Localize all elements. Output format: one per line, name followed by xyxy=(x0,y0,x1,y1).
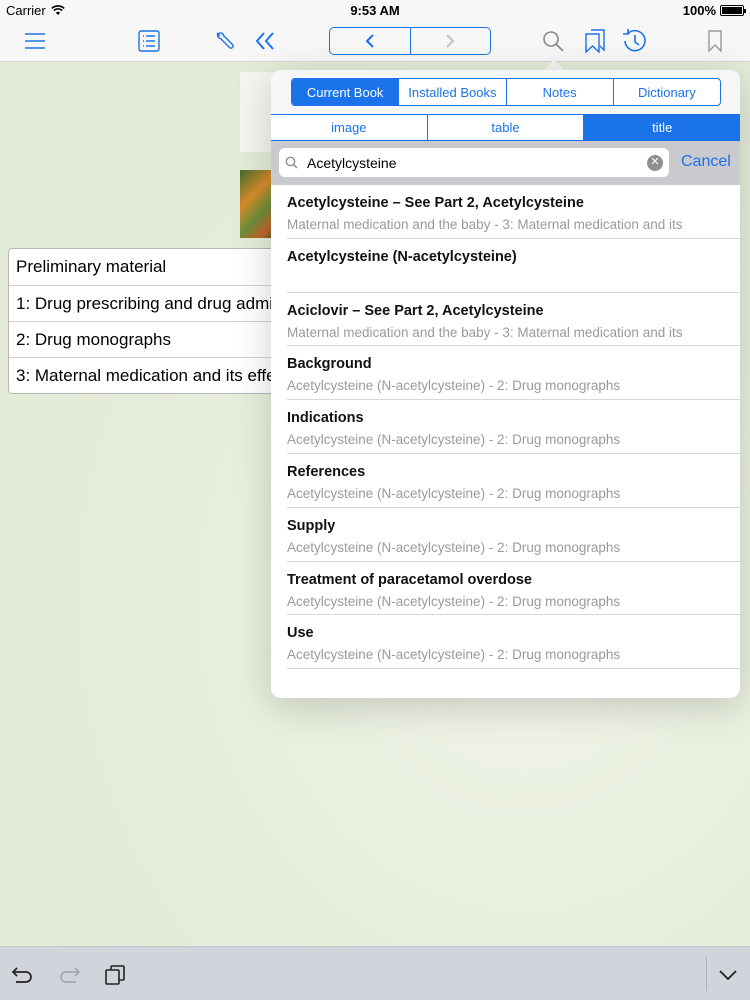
result-title: References xyxy=(287,463,366,480)
result-subtitle: Maternal medication and the baby - 3: Ma… xyxy=(287,324,683,340)
chevron-left-icon xyxy=(365,34,374,48)
result-title: Acetylcysteine (N-acetylcysteine) xyxy=(287,248,517,265)
type-segmented-control: image table title xyxy=(271,114,740,141)
toc-item[interactable]: 1: Drug prescribing and drug administrat… xyxy=(9,285,287,321)
cancel-button[interactable]: Cancel xyxy=(681,153,731,171)
result-title: Use xyxy=(287,625,314,642)
result-title: Treatment of paracetamol overdose xyxy=(287,571,532,588)
result-row[interactable]: Treatment of paracetamol overdose Acetyl… xyxy=(287,562,740,616)
chevron-right-icon xyxy=(446,34,455,48)
scope-segmented-control: Current Book Installed Books Notes Dicti… xyxy=(291,78,721,106)
magnifier-icon xyxy=(279,156,301,169)
next-page-button[interactable] xyxy=(409,28,491,54)
battery-indicator: 100% xyxy=(682,3,746,18)
result-title: Supply xyxy=(287,517,336,534)
page-nav-segment xyxy=(329,27,491,55)
search-input[interactable] xyxy=(301,148,647,177)
toc-item[interactable]: Preliminary material xyxy=(9,249,287,285)
result-row[interactable]: Use Acetylcysteine (N-acetylcysteine) - … xyxy=(287,615,740,670)
wrench-icon[interactable] xyxy=(211,28,239,54)
result-subtitle: Acetylcysteine (N-acetylcysteine) - 2: D… xyxy=(287,539,621,555)
table-of-contents: Preliminary material 1: Drug prescribing… xyxy=(8,248,288,394)
result-row[interactable]: Background Acetylcysteine (N-acetylcyste… xyxy=(287,346,740,401)
result-title: Acetylcysteine – See Part 2, Acetylcyste… xyxy=(287,195,584,211)
result-subtitle: Acetylcysteine (N-acetylcysteine) - 2: D… xyxy=(287,485,621,501)
tab-title[interactable]: title xyxy=(583,115,740,140)
result-row[interactable]: Supply Acetylcysteine (N-acetylcysteine)… xyxy=(287,508,740,562)
status-bar: Carrier 9:53 AM 100% xyxy=(0,0,750,20)
battery-icon xyxy=(720,5,746,16)
result-row[interactable]: Acetylcysteine – See Part 2, Acetylcyste… xyxy=(287,185,740,239)
search-field: ✕ xyxy=(279,148,669,177)
clock: 9:53 AM xyxy=(350,3,400,18)
result-row[interactable]: Acetylcysteine (N-acetylcysteine) xyxy=(287,239,740,293)
tab-notes[interactable]: Notes xyxy=(505,79,613,105)
bottom-toolbar xyxy=(0,946,750,1000)
search-popover: Current Book Installed Books Notes Dicti… xyxy=(271,70,740,698)
search-results-list: Acetylcysteine – See Part 2, Acetylcyste… xyxy=(271,185,740,670)
battery-percent: 100% xyxy=(682,3,716,18)
bookmarks-icon[interactable] xyxy=(581,28,609,54)
copy-icon[interactable] xyxy=(102,963,128,987)
tab-current-book[interactable]: Current Book xyxy=(292,79,399,105)
search-bar: ✕ Cancel xyxy=(271,141,740,185)
redo-icon[interactable] xyxy=(56,963,82,987)
result-title: Background xyxy=(287,356,372,373)
history-icon[interactable] xyxy=(620,28,648,54)
result-row[interactable]: Aciclovir – See Part 2, Acetylcysteine M… xyxy=(287,293,740,347)
tab-installed-books[interactable]: Installed Books xyxy=(398,79,505,105)
tab-dictionary[interactable]: Dictionary xyxy=(612,79,720,105)
menu-icon[interactable] xyxy=(21,28,49,54)
result-subtitle: Acetylcysteine (N-acetylcysteine) - 2: D… xyxy=(287,378,621,394)
result-row[interactable]: Indications Acetylcysteine (N-acetylcyst… xyxy=(287,400,740,454)
toc-item[interactable]: 3: Maternal medication and its effects xyxy=(9,357,287,393)
clear-icon[interactable]: ✕ xyxy=(647,154,663,171)
tab-table[interactable]: table xyxy=(426,115,584,140)
double-chevron-left-icon[interactable] xyxy=(251,28,279,54)
previous-page-button[interactable] xyxy=(330,28,410,54)
result-title: Indications xyxy=(287,410,364,427)
result-subtitle: Acetylcysteine (N-acetylcysteine) - 2: D… xyxy=(287,647,621,663)
bookmark-icon[interactable] xyxy=(701,28,729,54)
result-title: Aciclovir – See Part 2, Acetylcysteine xyxy=(287,302,544,319)
search-icon[interactable] xyxy=(539,28,567,54)
undo-icon[interactable] xyxy=(10,963,36,987)
result-subtitle: Acetylcysteine (N-acetylcysteine) - 2: D… xyxy=(287,593,621,609)
toc-item[interactable]: 2: Drug monographs xyxy=(9,321,287,357)
result-row[interactable]: References Acetylcysteine (N-acetylcyste… xyxy=(287,454,740,508)
top-toolbar xyxy=(0,20,750,62)
toolbar-divider xyxy=(706,957,707,991)
result-subtitle: Acetylcysteine (N-acetylcysteine) - 2: D… xyxy=(287,432,621,448)
result-subtitle: Maternal medication and the baby - 3: Ma… xyxy=(287,217,683,232)
list-icon[interactable] xyxy=(135,28,163,54)
popover-header: Current Book Installed Books Notes Dicti… xyxy=(271,70,740,114)
chevron-down-icon[interactable] xyxy=(715,963,741,987)
tab-image[interactable]: image xyxy=(271,115,427,140)
